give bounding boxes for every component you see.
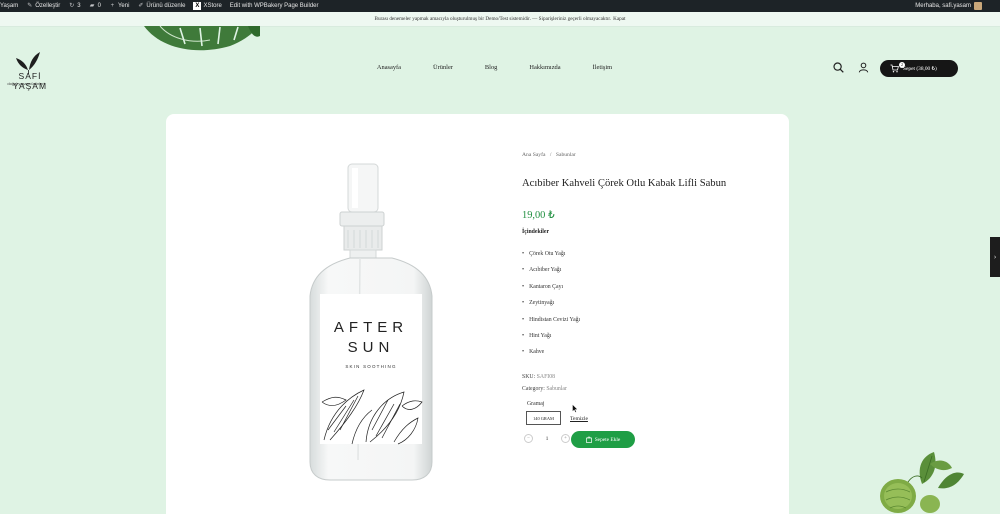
comment-icon: ▰: [89, 2, 95, 9]
list-item: Acıbiber Yağı: [522, 267, 580, 283]
breadcrumb-home[interactable]: Ana Sayfa: [522, 152, 545, 158]
nav-products[interactable]: Ürünler: [433, 64, 453, 71]
add-to-cart-label: Sepete Ekle: [594, 436, 621, 443]
list-item: Zeytinyağı: [522, 300, 580, 316]
category-link[interactable]: Sabunlar: [546, 386, 567, 392]
sku-value: SAFI08: [536, 374, 556, 380]
category-label: Category:: [522, 386, 545, 392]
side-panel-toggle[interactable]: ›: [990, 237, 1000, 277]
sku-meta: SKU: SAFI08: [522, 374, 555, 380]
mouse-cursor-icon: [572, 404, 578, 413]
demo-notice: Burası denemeler yapmak amacıyla oluştur…: [0, 12, 1000, 27]
admin-new-link[interactable]: + Yeni: [109, 2, 130, 10]
refresh-icon: ↻: [69, 2, 75, 9]
admin-comments-count: 0: [97, 3, 101, 9]
admin-edit-label: Ürünü düzenle: [146, 3, 186, 9]
cart-label: Sepet (38,00 ₺): [903, 65, 937, 72]
add-to-cart-button[interactable]: Sepete Ekle: [571, 431, 635, 448]
cart-count-badge: 2: [899, 62, 905, 68]
notice-dismiss-link[interactable]: Kapat: [613, 16, 625, 22]
ingredients-heading: İçindekiler: [522, 229, 550, 235]
admin-site-label: Yaşam: [0, 3, 19, 9]
list-item: Kantaron Çayı: [522, 284, 580, 300]
nav-home[interactable]: Anasayfa: [377, 64, 401, 71]
shopping-bag-icon: [585, 436, 592, 443]
nav-about[interactable]: Hakkımızda: [529, 64, 560, 71]
nav-blog[interactable]: Blog: [485, 64, 497, 71]
bottle-label-sub: SKIN SOOTHING: [345, 364, 396, 369]
admin-greeting: Merhaba, safi.yasam: [915, 3, 971, 9]
list-item: Çörek Otu Yağı: [522, 251, 580, 267]
admin-customize-link[interactable]: ✎ Özelleştir: [26, 3, 60, 10]
list-item: Hint Yağı: [522, 333, 580, 349]
hops-plant-decoration: [880, 452, 964, 513]
admin-updates-link[interactable]: ↻ 3: [68, 3, 80, 10]
admin-wpbakery-link[interactable]: Edit with WPBakery Page Builder: [230, 3, 319, 9]
breadcrumb-category[interactable]: Sabunlar: [556, 152, 576, 158]
admin-updates-count: 3: [77, 3, 81, 9]
product-title: Acıbiber Kahveli Çörek Otlu Kabak Lifli …: [522, 178, 727, 189]
quantity-increase-button[interactable]: +: [561, 434, 570, 443]
quantity-stepper: − 1 +: [524, 434, 570, 443]
admin-account-link[interactable]: Merhaba, safi.yasam: [915, 2, 1000, 10]
cart-icon: [890, 64, 899, 73]
list-item: Hindistan Cevizi Yağı: [522, 317, 580, 333]
admin-xstore-label: XStore: [203, 3, 222, 9]
brush-icon: ✎: [27, 2, 33, 9]
product-card: [166, 114, 789, 514]
monstera-leaf-decoration: [144, 26, 260, 51]
breadcrumb-separator: /: [549, 152, 552, 158]
demo-notice-text: Burası denemeler yapmak amacıyla oluştur…: [374, 16, 612, 22]
admin-new-label: Yeni: [117, 3, 130, 9]
breadcrumb: Ana Sayfa / Sabunlar: [522, 152, 579, 158]
admin-xstore-link[interactable]: X XStore: [193, 2, 222, 10]
clear-variation-link[interactable]: Temizle: [570, 416, 588, 422]
sku-label: SKU:: [522, 374, 536, 380]
quantity-input[interactable]: 1: [539, 436, 555, 442]
quantity-decrease-button[interactable]: −: [524, 434, 533, 443]
product-image[interactable]: AFTER SUN SKIN SOOTHING: [306, 160, 436, 485]
edit-icon: ✐: [138, 2, 144, 9]
admin-customize-label: Özelleştir: [35, 3, 61, 9]
bottle-label-sun: SUN: [348, 339, 395, 356]
variation-option-140-gram[interactable]: 140 GRAM: [526, 411, 561, 425]
category-meta: Category: Sabunlar: [522, 386, 567, 392]
variation-label: Gramaj: [527, 401, 545, 407]
nav-contact[interactable]: İletişim: [593, 64, 613, 71]
avatar: [974, 2, 982, 10]
cart-button[interactable]: 2 Sepet (38,00 ₺): [880, 60, 958, 77]
user-icon[interactable]: [858, 62, 869, 73]
admin-site-link[interactable]: Yaşam: [0, 3, 18, 9]
admin-wpbakery-label: Edit with WPBakery Page Builder: [229, 3, 319, 9]
product-price: 19,00 ₺: [522, 210, 555, 221]
search-icon[interactable]: [833, 62, 844, 73]
plus-icon: +: [110, 2, 115, 9]
chevron-right-icon: ›: [993, 253, 997, 261]
admin-comments-link[interactable]: ▰ 0: [89, 3, 101, 10]
admin-bar: Yaşam ✎ Özelleştir ↻ 3 ▰ 0 + Yeni ✐ Ürünü düz…: [0, 0, 1000, 12]
xstore-icon: X: [193, 2, 202, 10]
list-item: Kahve: [522, 349, 580, 365]
admin-edit-product-link[interactable]: ✐ Ürünü düzenle: [137, 3, 185, 10]
ingredients-list: Çörek Otu Yağı Acıbiber Yağı Kantaron Ça…: [522, 251, 580, 366]
bottle-label-after: AFTER: [334, 319, 408, 336]
logo-tagline: doğal yaşam ürünleri: [7, 81, 45, 86]
